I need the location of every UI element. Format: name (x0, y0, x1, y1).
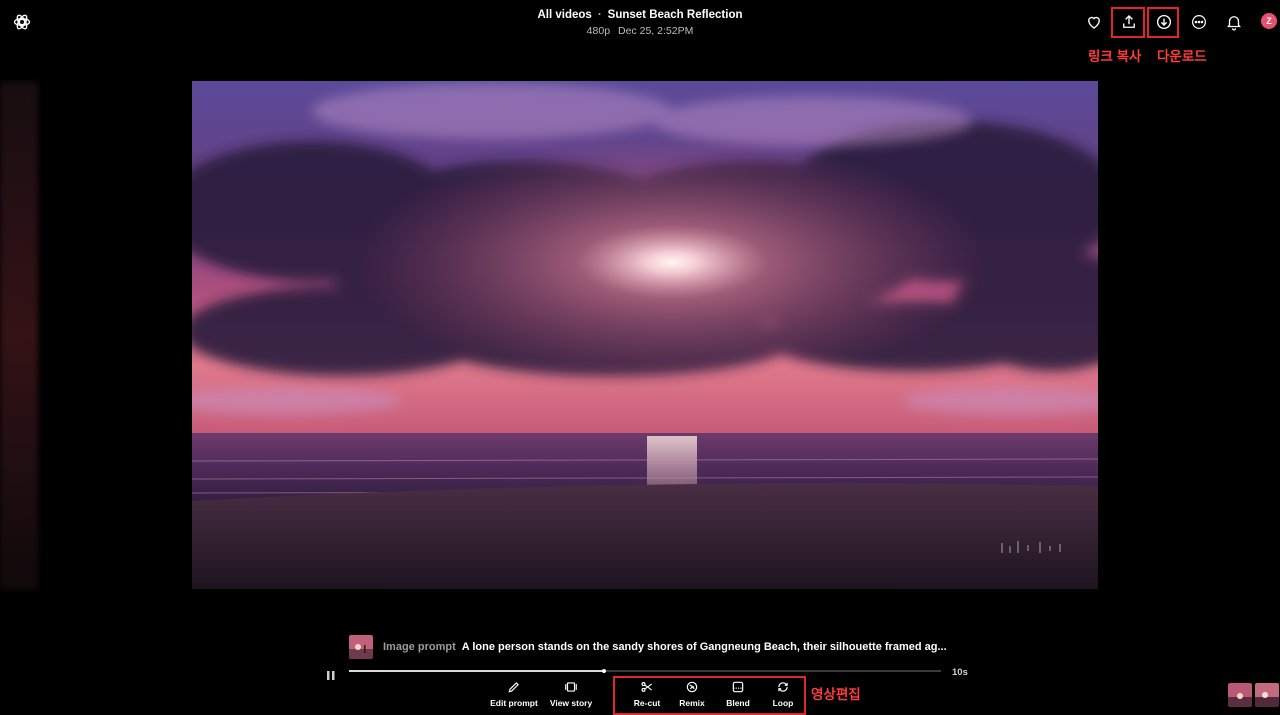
pause-button[interactable] (327, 667, 335, 680)
prompt-label: Image prompt (383, 641, 456, 653)
duration-label: 10s (952, 667, 968, 678)
prompt-row: Image prompt A lone person stands on the… (349, 635, 947, 659)
video-frame (192, 81, 1098, 589)
pencil-icon (508, 682, 519, 693)
more-icon (1192, 15, 1206, 29)
resolution-label: 480p (586, 25, 611, 37)
view-story-label: View story (549, 698, 593, 708)
annotation-download: 다운로드 (1157, 49, 1207, 64)
video-title: Sunset Beach Reflection (607, 9, 743, 21)
bell-icon (1227, 16, 1241, 31)
annotation-video-edit: 영상편집 (811, 687, 861, 702)
annotation-box-video-edit (613, 676, 806, 715)
edit-prompt-button[interactable]: Edit prompt (486, 680, 542, 710)
related-videos (1228, 683, 1279, 707)
view-story-button[interactable]: View story (543, 680, 599, 710)
annotation-box-share (1111, 7, 1145, 38)
breadcrumb-all-videos[interactable]: All videos (537, 9, 591, 21)
previous-video-preview[interactable] (0, 82, 38, 590)
breadcrumb-separator: · (597, 9, 602, 21)
progress-handle[interactable] (601, 669, 606, 673)
related-video-thumbnail[interactable] (1228, 683, 1252, 707)
notifications-button[interactable] (1222, 10, 1246, 34)
favorite-button[interactable] (1082, 10, 1106, 34)
annotation-box-download (1147, 7, 1179, 38)
pause-icon (327, 671, 335, 680)
progress-bar[interactable] (349, 669, 941, 673)
more-options-button[interactable] (1187, 10, 1211, 34)
annotation-copy-link: 링크 복사 (1088, 49, 1142, 64)
related-video-thumbnail[interactable] (1255, 683, 1279, 707)
progress-fill (349, 670, 604, 672)
avatar[interactable]: Z (1261, 13, 1277, 29)
created-date: Dec 25, 2:52PM (618, 25, 694, 37)
prompt-image-thumbnail[interactable] (349, 635, 373, 659)
prompt-text[interactable]: A lone person stands on the sandy shores… (462, 641, 947, 653)
storyboard-icon (565, 682, 577, 692)
heart-icon (1088, 16, 1100, 29)
video-player[interactable] (192, 81, 1098, 589)
edit-prompt-label: Edit prompt (490, 698, 538, 708)
